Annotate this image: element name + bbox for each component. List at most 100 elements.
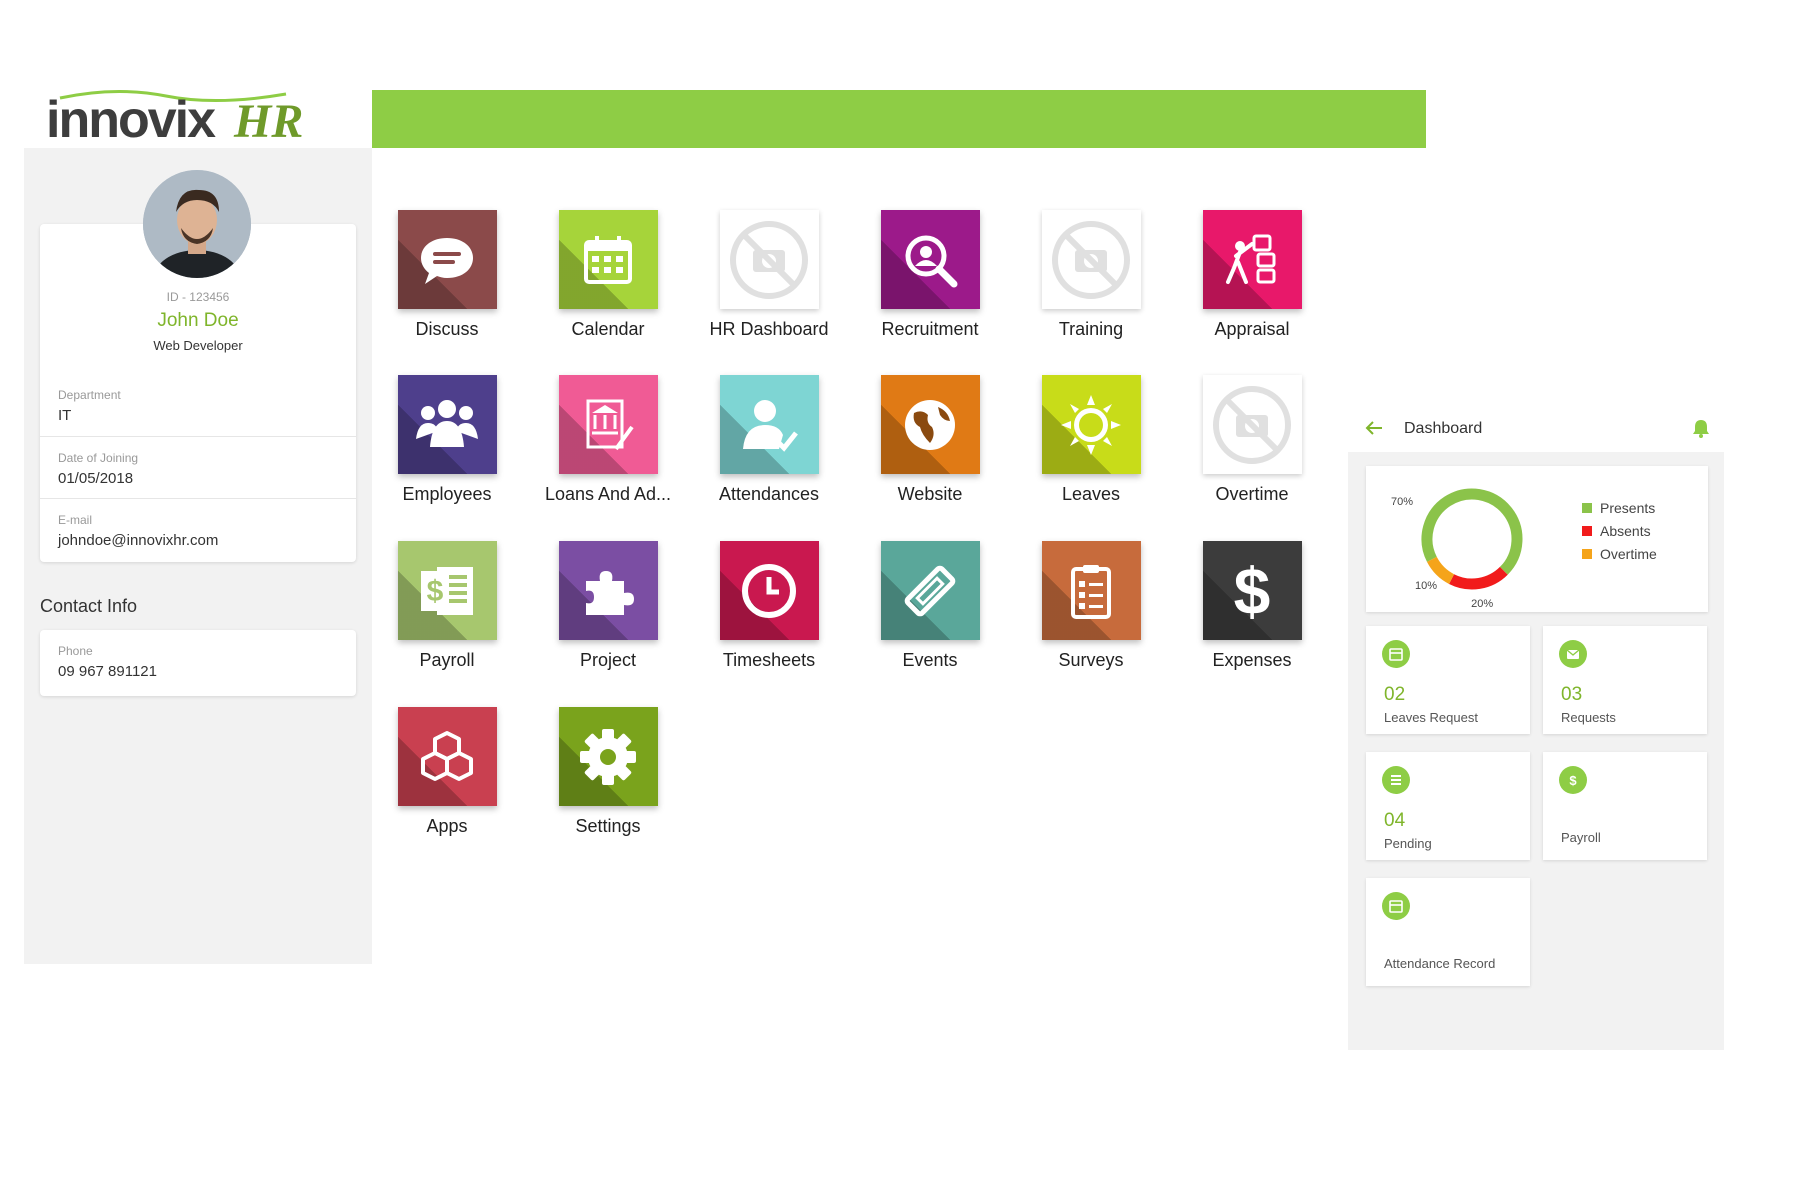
employee-id: ID - 123456 — [166, 290, 230, 304]
app-tile — [719, 210, 819, 309]
app-tile — [1202, 210, 1302, 309]
bell-icon[interactable] — [1692, 418, 1710, 443]
app-tile — [397, 375, 497, 474]
app-appraisal[interactable]: Appraisal — [1177, 210, 1327, 340]
employee-name: John Doe — [157, 310, 239, 331]
app-label: Employees — [402, 484, 492, 504]
stat-label: Attendance Record — [1384, 956, 1496, 971]
phone-value[interactable]: 09 967 891121 — [58, 663, 157, 680]
arrow-left-icon[interactable] — [1364, 418, 1384, 444]
sun-icon — [1061, 394, 1121, 455]
pending-card[interactable]: 04 Pending — [1366, 752, 1530, 860]
calendar-icon — [1382, 640, 1410, 668]
phone-field: Phone 09 967 891121 — [40, 630, 356, 692]
app-label: Timesheets — [722, 650, 816, 670]
app-leaves[interactable]: Leaves — [1016, 375, 1166, 505]
app-tile — [1041, 541, 1141, 640]
calendar-icon — [584, 235, 632, 284]
app-payroll[interactable]: $ Payroll — [372, 541, 522, 671]
gear-icon — [580, 728, 636, 785]
legend-item-overtime: Overtime — [1582, 542, 1657, 565]
app-attendances[interactable]: Attendances — [694, 375, 844, 505]
appraisal-icon — [1226, 234, 1276, 284]
app-label: HR Dashboard — [709, 319, 829, 339]
stat-number: 04 — [1384, 810, 1406, 831]
phone-label: Phone — [58, 644, 93, 658]
app-discuss[interactable]: Discuss — [372, 210, 522, 340]
svg-text:$: $ — [427, 575, 444, 608]
payroll-card[interactable]: $ Payroll — [1543, 752, 1707, 860]
avatar[interactable] — [143, 170, 251, 278]
requests-card[interactable]: 03 Requests — [1543, 626, 1707, 734]
app-loans-and-advances[interactable]: Loans And Ad... — [533, 375, 683, 505]
app-events[interactable]: Events — [855, 541, 1005, 671]
svg-text:$: $ — [1234, 556, 1271, 626]
joining-date-field: Date of Joining 01/05/2018 — [40, 436, 356, 499]
ticket-icon — [904, 565, 956, 616]
stat-label: Payroll — [1561, 830, 1601, 845]
email-field: E-mail johndoe@innovixhr.com — [40, 498, 356, 561]
app-expenses[interactable]: $ Expenses — [1177, 541, 1327, 671]
app-settings[interactable]: Settings — [533, 707, 683, 837]
user-check-icon — [743, 399, 798, 452]
attendance-record-card[interactable]: Attendance Record — [1366, 878, 1530, 986]
donut-label-presents: 70% — [1391, 496, 1413, 508]
stat-label: Pending — [1384, 836, 1432, 851]
app-tile — [558, 541, 658, 640]
app-tile — [719, 375, 819, 474]
app-recruitment[interactable]: Recruitment — [855, 210, 1005, 340]
chat-bubble-icon — [421, 237, 473, 284]
department-field: Department IT — [40, 374, 356, 436]
app-website[interactable]: Website — [855, 375, 1005, 505]
calendar-icon — [1382, 892, 1410, 920]
donut-slice-overtime — [1427, 556, 1455, 584]
app-overtime[interactable]: Overtime — [1177, 375, 1327, 505]
app-hr-dashboard[interactable]: HR Dashboard — [694, 210, 844, 340]
clipboard-list-icon — [1071, 564, 1111, 619]
app-label: Settings — [575, 816, 641, 836]
app-label: Calendar — [571, 319, 645, 339]
app-label: Payroll — [419, 650, 475, 670]
legend-swatch — [1582, 548, 1592, 559]
joining-date-value: 01/05/2018 — [58, 470, 134, 487]
app-surveys[interactable]: Surveys — [1016, 541, 1166, 671]
svg-text:$: $ — [1569, 773, 1577, 788]
donut-slice-presents — [1421, 488, 1523, 575]
app-label: Project — [579, 650, 637, 670]
avatar-person-icon — [143, 170, 251, 278]
leaves-request-card[interactable]: 02 Leaves Request — [1366, 626, 1530, 734]
app-label: Expenses — [1212, 650, 1292, 670]
dollar-icon: $ — [1234, 556, 1271, 626]
app-label: Attendances — [718, 484, 820, 504]
people-group-icon — [416, 399, 478, 447]
app-employees[interactable]: Employees — [372, 375, 522, 505]
app-tile — [880, 210, 980, 309]
app-tile — [558, 375, 658, 474]
stat-number: 02 — [1384, 684, 1406, 705]
legend-item-presents: Presents — [1582, 496, 1657, 519]
dollar-icon: $ — [1559, 766, 1587, 794]
legend-item-absents: Absents — [1582, 519, 1657, 542]
attendance-chart-card: 70% 20% 10% Presents Absents Overtime — [1366, 466, 1708, 612]
globe-icon — [905, 399, 955, 450]
department-label: Department — [58, 388, 121, 402]
app-label: Website — [897, 484, 963, 504]
legend-label: Overtime — [1600, 545, 1657, 562]
email-value[interactable]: johndoe@innovixhr.com — [58, 532, 218, 549]
stat-label: Requests — [1561, 710, 1616, 725]
app-label: Overtime — [1215, 484, 1289, 504]
no-image-icon — [1213, 385, 1291, 464]
app-training[interactable]: Training — [1016, 210, 1166, 340]
app-calendar[interactable]: Calendar — [533, 210, 683, 340]
app-label: Leaves — [1061, 484, 1121, 504]
app-timesheets[interactable]: Timesheets — [694, 541, 844, 671]
logo-text: innovix — [46, 91, 216, 149]
app-project[interactable]: Project — [533, 541, 683, 671]
donut-label-absents: 20% — [1471, 598, 1493, 610]
employee-role: Web Developer — [153, 338, 243, 353]
legend-label: Absents — [1600, 522, 1651, 539]
app-apps[interactable]: Apps — [372, 707, 522, 837]
email-label: E-mail — [58, 513, 93, 527]
magnifier-person-icon — [905, 235, 958, 287]
clock-icon — [742, 563, 796, 618]
